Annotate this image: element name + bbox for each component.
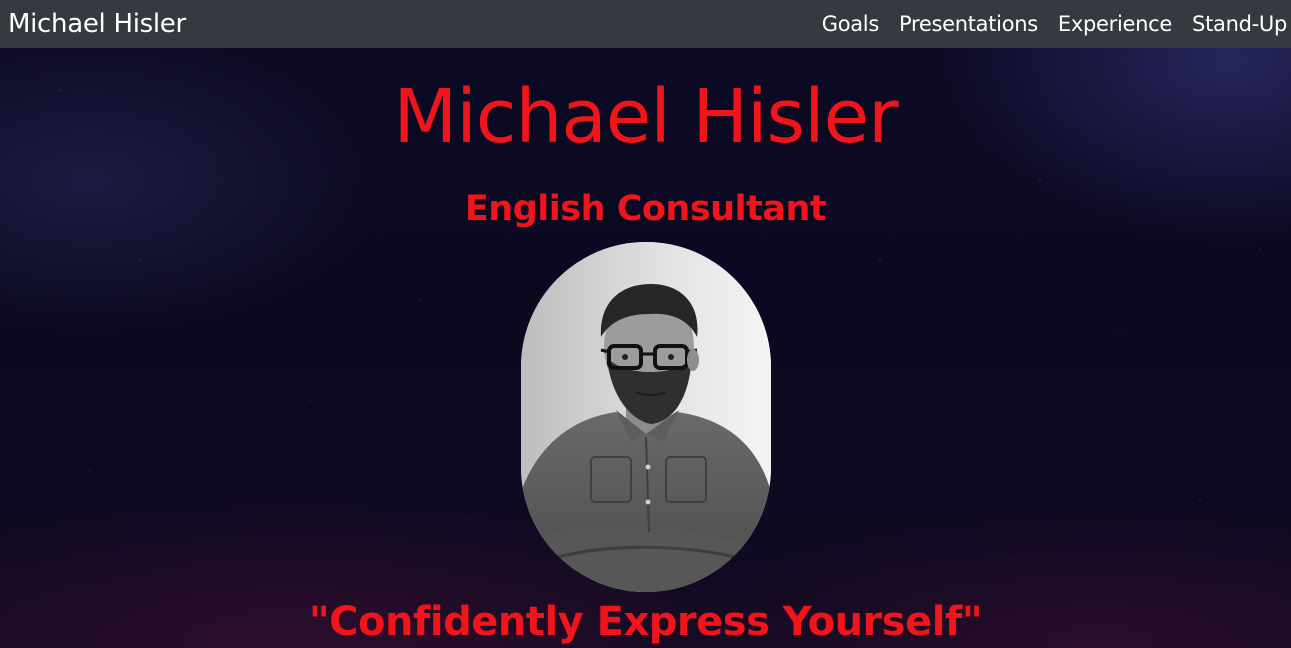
- nav-link-presentations[interactable]: Presentations: [899, 12, 1038, 36]
- nav-links: Goals Presentations Experience Stand-Up: [802, 12, 1291, 36]
- nav-link-experience[interactable]: Experience: [1058, 12, 1172, 36]
- hero-subtitle: English Consultant: [464, 189, 827, 229]
- nav-link-stand-up[interactable]: Stand-Up: [1192, 12, 1287, 36]
- hero-title: Michael Hisler: [393, 74, 898, 160]
- page: Michael Hisler Goals Presentations Exper…: [0, 0, 1291, 648]
- navbar: Michael Hisler Goals Presentations Exper…: [0, 0, 1291, 48]
- hero-quote: "Confidently Express Yourself": [308, 599, 983, 645]
- nav-link-goals[interactable]: Goals: [822, 12, 880, 36]
- brand-link[interactable]: Michael Hisler: [0, 9, 186, 39]
- profile-photo: [521, 242, 771, 592]
- hero-section: Michael Hisler English Consultant "Confi…: [0, 48, 1291, 648]
